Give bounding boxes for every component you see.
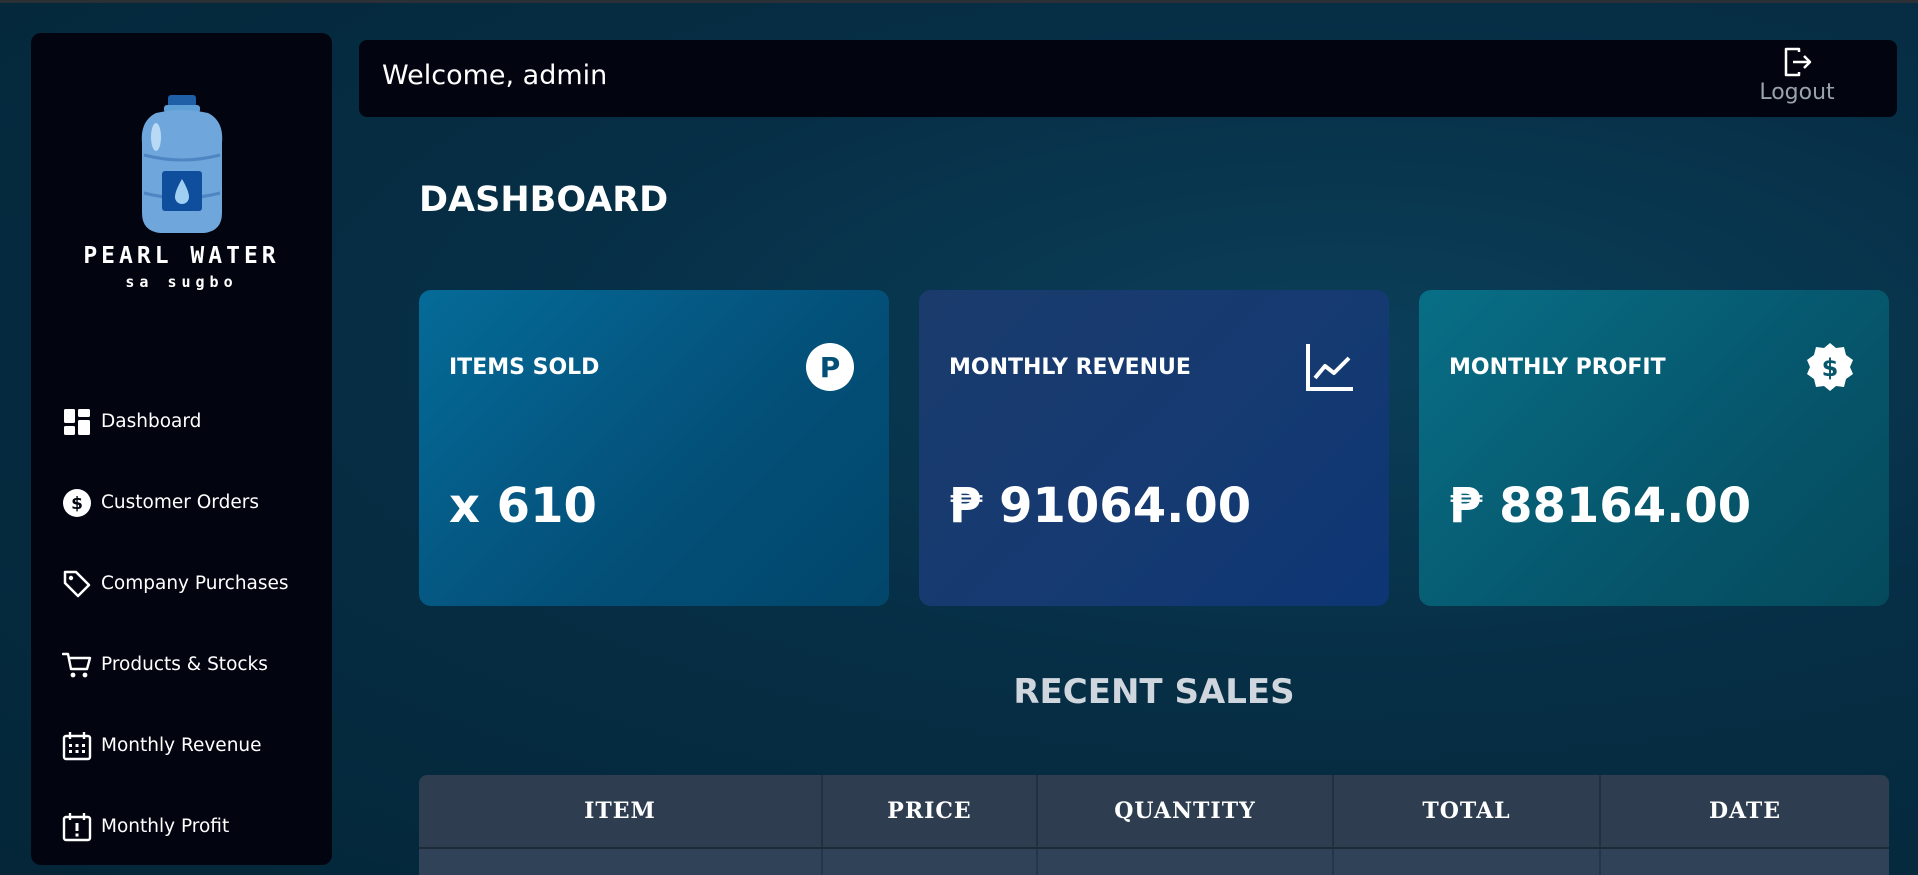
sidebar-item-company-purchases[interactable]: Company Purchases (31, 543, 332, 624)
table-row (419, 848, 1889, 875)
dollar-circle-icon: $ (62, 488, 92, 518)
table-cell (1600, 848, 1889, 875)
recent-sales-table: ITEM PRICE QUANTITY TOTAL DATE (419, 775, 1889, 875)
logout-icon (1784, 47, 1812, 77)
calendar-alert-icon (62, 812, 92, 842)
page-title: DASHBOARD (419, 180, 669, 220)
card-label: MONTHLY PROFIT (1449, 355, 1666, 380)
dollar-badge-icon: $ (1807, 343, 1853, 391)
sidebar-item-label: Company Purchases (101, 573, 289, 594)
peso-circle-icon: P (806, 343, 854, 391)
sidebar-nav: Dashboard $ Customer Orders Company Purc… (31, 381, 332, 867)
card-value: x 610 (449, 478, 597, 534)
logout-button[interactable]: Logout (1757, 46, 1837, 105)
table-cell (1037, 848, 1334, 875)
table-cell (1333, 848, 1601, 875)
sidebar-item-label: Dashboard (101, 411, 202, 432)
sidebar-item-label: Customer Orders (101, 492, 259, 513)
column-header-item: ITEM (419, 775, 823, 849)
recent-sales-title: RECENT SALES (1013, 672, 1295, 712)
column-header-price: PRICE (822, 775, 1038, 849)
brand-tagline: sa sugbo (125, 273, 238, 291)
sidebar-item-products-stocks[interactable]: Products & Stocks (31, 624, 332, 705)
sidebar-item-label: Monthly Revenue (101, 735, 262, 756)
line-chart-icon (1306, 344, 1353, 391)
sidebar-item-dashboard[interactable]: Dashboard (31, 381, 332, 462)
cart-icon (62, 650, 92, 680)
monthly-revenue-card: MONTHLY REVENUE ₱ 91064.00 (919, 290, 1389, 606)
tag-icon (62, 569, 92, 599)
sidebar-item-monthly-revenue[interactable]: Monthly Revenue (31, 705, 332, 786)
dashboard-icon (62, 407, 92, 437)
sidebar-item-label: Monthly Profit (101, 816, 230, 837)
sidebar-item-monthly-profit[interactable]: Monthly Profit (31, 786, 332, 867)
sidebar: PEARL WATER sa sugbo Dashboard $ Custome… (31, 33, 332, 865)
water-jug-icon (141, 95, 222, 233)
svg-text:$: $ (71, 494, 83, 514)
brand-logo: PEARL WATER sa sugbo (31, 93, 332, 291)
card-value: ₱ 91064.00 (949, 478, 1252, 534)
svg-text:P: P (820, 351, 841, 384)
card-label: ITEMS SOLD (449, 355, 600, 380)
welcome-text: Welcome, admin (382, 60, 608, 91)
column-header-quantity: QUANTITY (1037, 775, 1334, 849)
logout-label: Logout (1759, 80, 1835, 105)
items-sold-card: ITEMS SOLD P x 610 (419, 290, 889, 606)
sidebar-item-customer-orders[interactable]: $ Customer Orders (31, 462, 332, 543)
sidebar-item-label: Products & Stocks (101, 654, 268, 675)
card-value: ₱ 88164.00 (1449, 478, 1752, 534)
table-cell (419, 848, 823, 875)
top-header: Welcome, admin Logout (359, 40, 1897, 117)
monthly-profit-card: MONTHLY PROFIT $ ₱ 88164.00 (1419, 290, 1889, 606)
table-cell (822, 848, 1038, 875)
window-top-border (0, 0, 1918, 3)
table-header-row: ITEM PRICE QUANTITY TOTAL DATE (419, 775, 1889, 849)
column-header-total: TOTAL (1333, 775, 1601, 849)
brand-name: PEARL WATER (83, 243, 280, 269)
column-header-date: DATE (1600, 775, 1889, 849)
svg-text:$: $ (1822, 354, 1839, 382)
calendar-icon (62, 731, 92, 761)
card-label: MONTHLY REVENUE (949, 355, 1191, 380)
